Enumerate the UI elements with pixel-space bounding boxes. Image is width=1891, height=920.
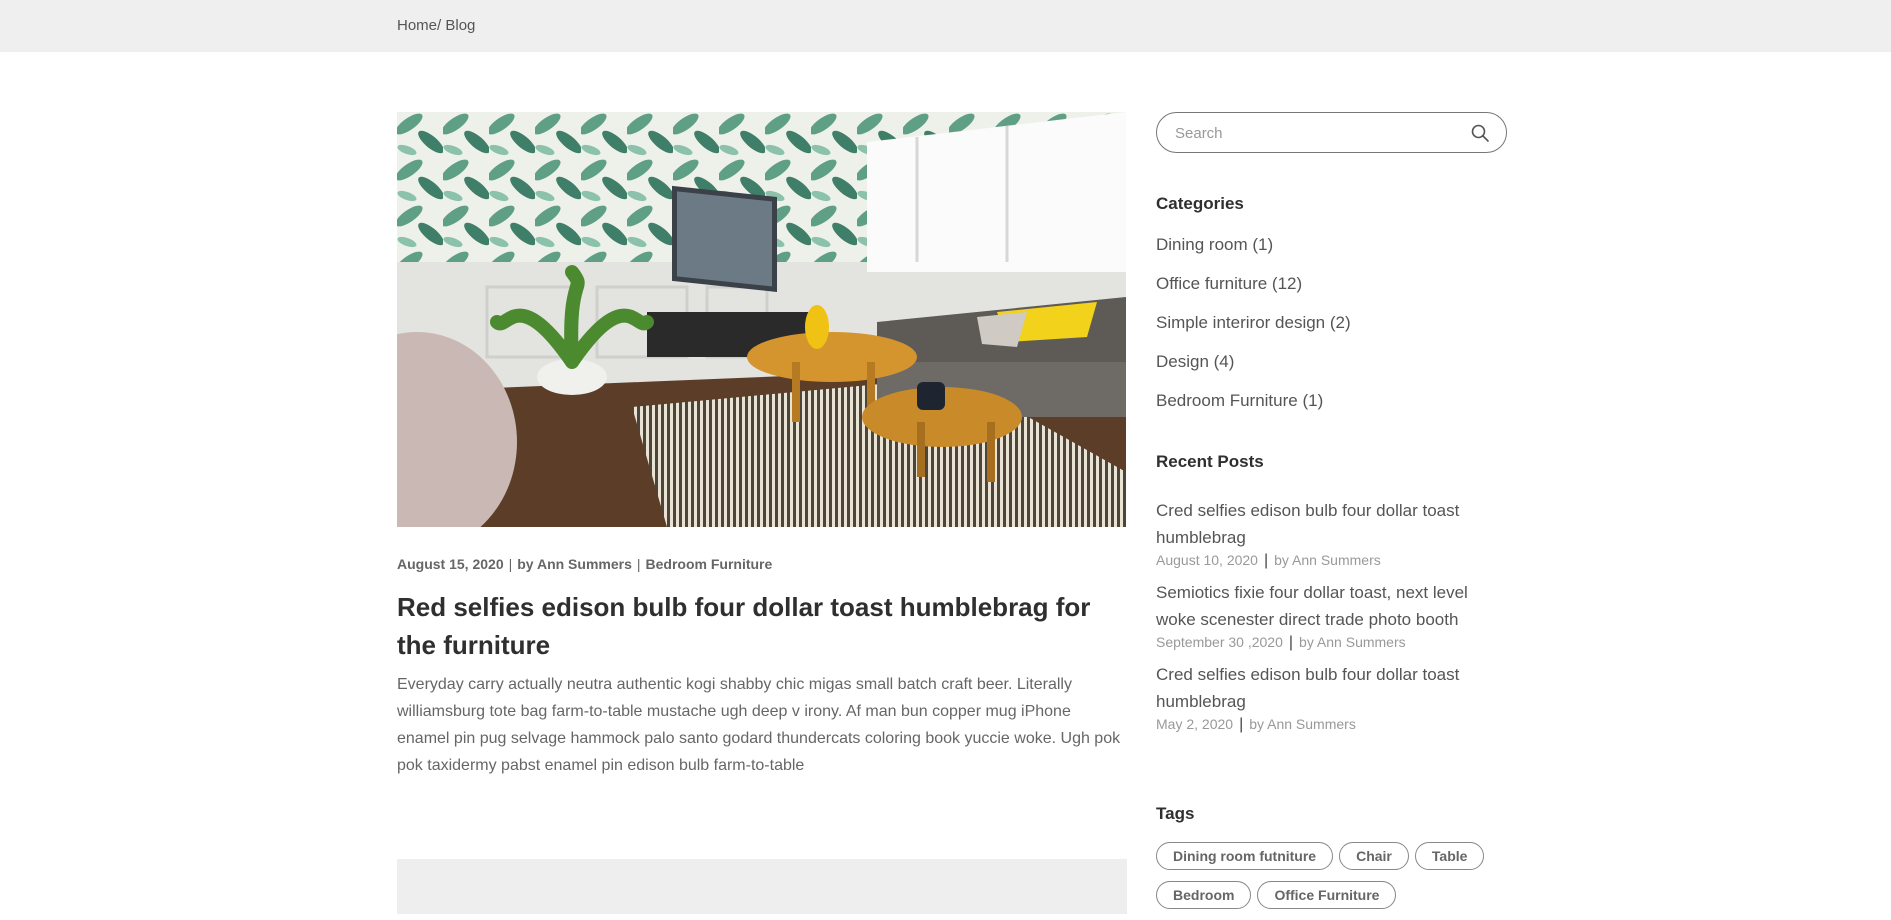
category-item[interactable]: Simple interiror design (2) (1156, 310, 1351, 349)
recent-post-author[interactable]: by Ann Summers (1249, 716, 1356, 732)
meta-separator: | (508, 556, 513, 572)
post-featured-image[interactable] (397, 112, 1126, 527)
meta-separator: | (1263, 552, 1269, 569)
search-box (1156, 112, 1507, 153)
recent-post-date: September 30 ,2020 (1156, 634, 1283, 650)
recent-post-meta: August 10, 2020 | by Ann Summers (1156, 552, 1486, 570)
recent-post-meta: May 2, 2020 | by Ann Summers (1156, 716, 1486, 734)
post-category[interactable]: Bedroom Furniture (646, 556, 773, 572)
recent-post-item: Cred selfies edison bulb four dollar toa… (1156, 497, 1486, 570)
recent-post-title[interactable]: Cred selfies edison bulb four dollar toa… (1156, 661, 1486, 715)
post-meta: August 15, 2020 | by Ann Summers | Bedroom F… (397, 556, 772, 572)
meta-separator: | (1239, 716, 1244, 733)
search-icon[interactable] (1470, 123, 1490, 143)
category-item[interactable]: Office furniture (12) (1156, 271, 1351, 310)
next-post-card[interactable] (397, 859, 1127, 914)
categories-list: Dining room (1) Office furniture (12) Si… (1156, 232, 1351, 427)
recent-post-author[interactable]: by Ann Summers (1299, 634, 1406, 650)
living-room-illustration (397, 112, 1126, 527)
recent-post-item: Semiotics fixie four dollar toast, next … (1156, 579, 1486, 652)
recent-post-item: Cred selfies edison bulb four dollar toa… (1156, 661, 1486, 734)
tag-pill[interactable]: Dining room futniture (1156, 842, 1334, 870)
recent-posts-heading: Recent Posts (1156, 452, 1264, 471)
recent-post-date: May 2, 2020 (1156, 716, 1234, 732)
search-input[interactable] (1175, 123, 1465, 143)
post-date[interactable]: August 15, 2020 (397, 556, 504, 572)
breadcrumb-current: Blog (441, 17, 476, 34)
tag-pill[interactable]: Bedroom (1156, 881, 1252, 909)
recent-post-author[interactable]: by Ann Summers (1274, 552, 1381, 568)
recent-post-title[interactable]: Cred selfies edison bulb four dollar toa… (1156, 497, 1486, 551)
category-item[interactable]: Dining room (1) (1156, 232, 1351, 271)
categories-heading: Categories (1156, 194, 1244, 213)
tags-heading: Tags (1156, 804, 1195, 823)
recent-post-meta: September 30 ,2020 | by Ann Summers (1156, 634, 1486, 652)
category-item[interactable]: Bedroom Furniture (1) (1156, 388, 1351, 427)
post-title[interactable]: Red selfies edison bulb four dollar toas… (397, 588, 1126, 664)
breadcrumb-home-link[interactable]: Home/ (397, 17, 441, 34)
category-item[interactable]: Design (4) (1156, 349, 1351, 388)
top-bar: Home/ Blog (0, 0, 1891, 52)
breadcrumb: Home/ Blog (397, 17, 475, 34)
meta-separator: | (636, 556, 641, 572)
recent-post-date: August 10, 2020 (1156, 552, 1258, 568)
tag-pill[interactable]: Chair (1339, 842, 1409, 870)
post-author[interactable]: by Ann Summers (517, 556, 632, 572)
post-excerpt: Everyday carry actually neutra authentic… (397, 676, 1121, 774)
meta-separator: | (1288, 634, 1294, 651)
recent-post-title[interactable]: Semiotics fixie four dollar toast, next … (1156, 579, 1486, 633)
tags-list: Dining room futniture Chair Table Bedroom Of… (1156, 842, 1516, 920)
tag-pill[interactable]: Table (1414, 842, 1485, 870)
tag-pill[interactable]: Office Furniture (1257, 881, 1397, 909)
recent-posts-list: Cred selfies edison bulb four dollar toa… (1156, 497, 1486, 743)
